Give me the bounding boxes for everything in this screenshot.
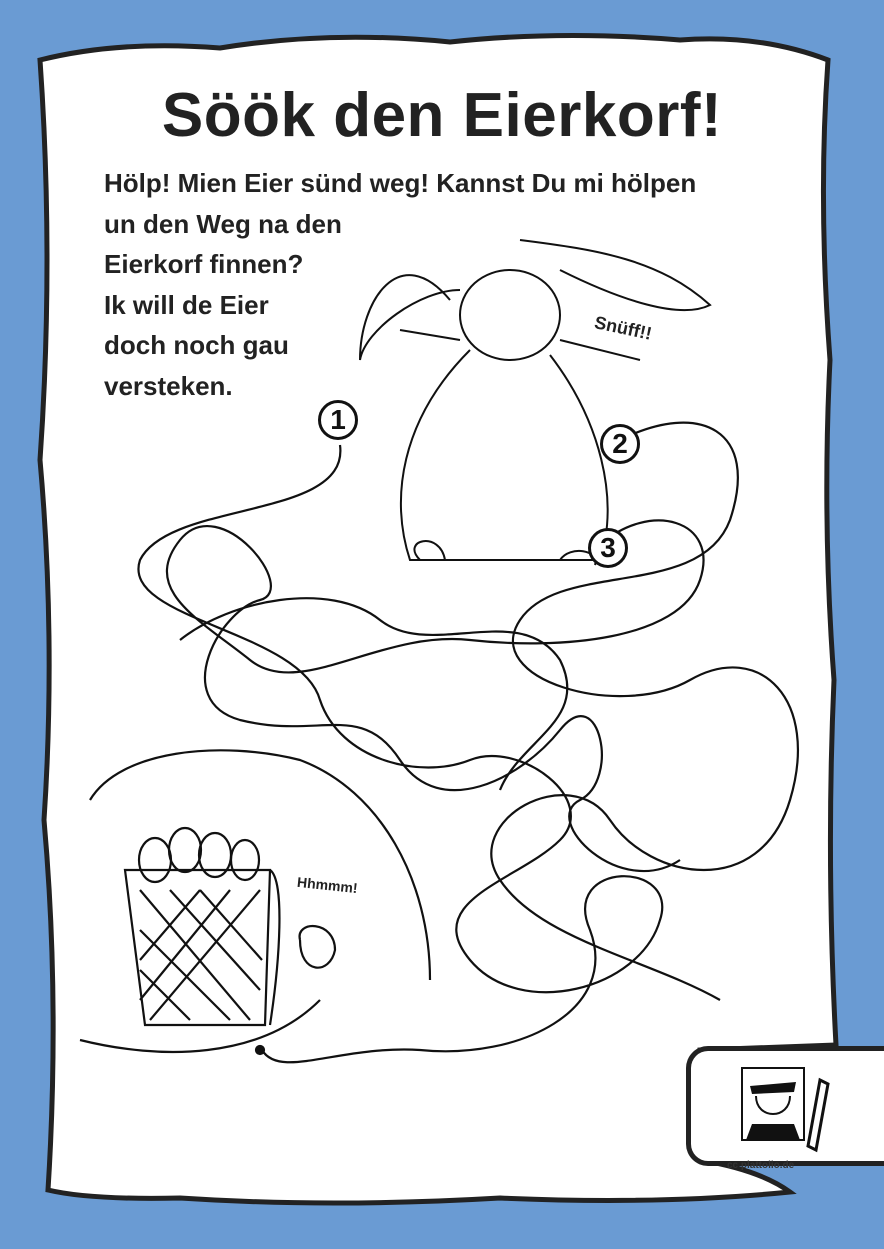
author-logo bbox=[741, 1067, 830, 1153]
credit-text: cc plattolio.de bbox=[727, 1160, 795, 1171]
logo-overlay bbox=[741, 1067, 830, 1153]
